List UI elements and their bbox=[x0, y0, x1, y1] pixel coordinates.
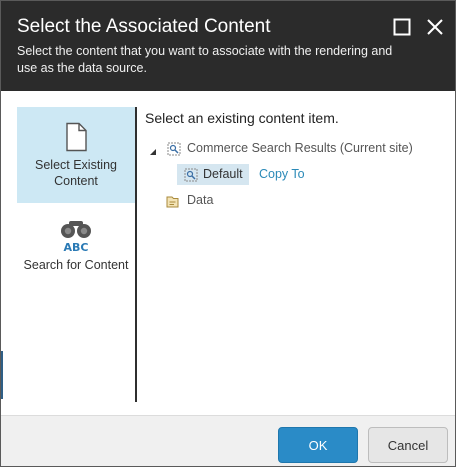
tree-node-root[interactable]: Commerce Search Results (Current site) bbox=[167, 139, 417, 159]
tree-node-label: Default bbox=[203, 167, 243, 181]
select-content-dialog: Select the Associated Content Select the… bbox=[0, 0, 456, 467]
tree-node-default[interactable]: Default bbox=[177, 164, 249, 185]
dialog-title: Select the Associated Content bbox=[17, 16, 271, 37]
window-edge-accent bbox=[1, 351, 3, 399]
maximize-button[interactable] bbox=[392, 17, 412, 37]
nav-divider bbox=[135, 107, 137, 402]
close-icon bbox=[427, 19, 443, 35]
binoculars-icon: ABC bbox=[17, 218, 135, 258]
tree-node-label: Commerce Search Results (Current site) bbox=[187, 141, 413, 155]
tree-node-label: Data bbox=[187, 193, 214, 207]
left-nav: Select Existing Content ABC Search for C… bbox=[17, 107, 135, 402]
close-button[interactable] bbox=[425, 17, 445, 37]
svg-text:ABC: ABC bbox=[64, 241, 89, 254]
copy-to-link[interactable]: Copy To bbox=[259, 167, 305, 181]
dialog-header: Select the Associated Content Select the… bbox=[1, 1, 455, 91]
tree-expander[interactable] bbox=[149, 143, 157, 161]
nav-item-select-existing[interactable]: Select Existing Content bbox=[17, 107, 135, 203]
search-results-icon bbox=[184, 168, 198, 182]
dialog-subtitle: Select the content that you want to asso… bbox=[17, 44, 393, 75]
tree-node-data[interactable]: Data bbox=[165, 191, 245, 211]
ok-button[interactable]: OK bbox=[278, 427, 358, 463]
nav-item-label: Select Existing Content bbox=[35, 158, 117, 188]
nav-item-search[interactable]: ABC Search for Content bbox=[17, 211, 135, 301]
maximize-icon bbox=[393, 18, 411, 36]
search-results-icon bbox=[167, 142, 181, 156]
data-folder-icon bbox=[166, 196, 179, 208]
collapse-triangle-icon bbox=[150, 149, 156, 155]
cancel-button[interactable]: Cancel bbox=[368, 427, 448, 463]
dialog-footer: OK Cancel bbox=[1, 415, 455, 466]
content-heading: Select an existing content item. bbox=[145, 110, 339, 126]
nav-item-label: Search for Content bbox=[23, 258, 129, 272]
document-icon bbox=[17, 122, 135, 156]
